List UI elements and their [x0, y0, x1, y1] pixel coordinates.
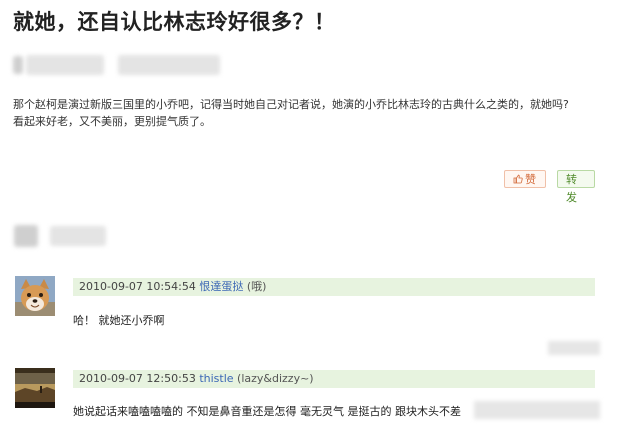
comment-username[interactable]: thistle: [199, 372, 233, 385]
post-title: 就她，还自认比林志玲好很多？！: [13, 10, 336, 34]
author-name-blurred: [26, 55, 104, 75]
comment-username[interactable]: 恨達蛋挞: [199, 280, 243, 293]
comment-text-blurred: [474, 401, 600, 419]
share-button[interactable]: 转发: [557, 170, 595, 204]
post-date-blurred: [118, 55, 220, 75]
reply-link-blurred[interactable]: [548, 341, 600, 355]
comment-text: 她说起话来嗑嗑嗑嗑的 不知是鼻音重还是怎得 毫无灵气 是挺古的 跟块木头不差: [73, 405, 461, 418]
thumbs-up-icon: [513, 174, 523, 184]
landscape-avatar-icon: [15, 368, 55, 408]
post-body-line-1: 那个赵柯是演过新版三国里的小乔吧，记得当时她自己对记者说，她演的小乔比林志玲的古…: [13, 98, 569, 111]
comment-text: 哈！ 就她还小乔啊: [73, 314, 165, 327]
comments-header-icon-blurred: [14, 225, 38, 247]
avatar[interactable]: [15, 368, 55, 408]
shiba-dog-avatar-icon: [15, 276, 55, 316]
author-avatar-blurred: [13, 56, 23, 74]
comments-header-blurred: [50, 226, 106, 246]
comment-user-note: (lazy&dizzy~): [237, 372, 314, 385]
post-body-line-2: 看起来好老，又不美丽，更别提气质了。: [13, 115, 211, 128]
comment-timestamp: 2010-09-07 10:54:54: [79, 280, 196, 293]
like-label: 赞: [525, 173, 536, 186]
comment-meta-bar: 2010-09-07 10:54:54 恨達蛋挞 (哦): [73, 278, 595, 296]
comment-meta-bar: 2010-09-07 12:50:53 thistle (lazy&dizzy~…: [73, 370, 595, 388]
comment-user-note: (哦): [246, 280, 267, 293]
like-button[interactable]: 赞: [504, 170, 546, 188]
comment-timestamp: 2010-09-07 12:50:53: [79, 372, 196, 385]
avatar[interactable]: [15, 276, 55, 316]
